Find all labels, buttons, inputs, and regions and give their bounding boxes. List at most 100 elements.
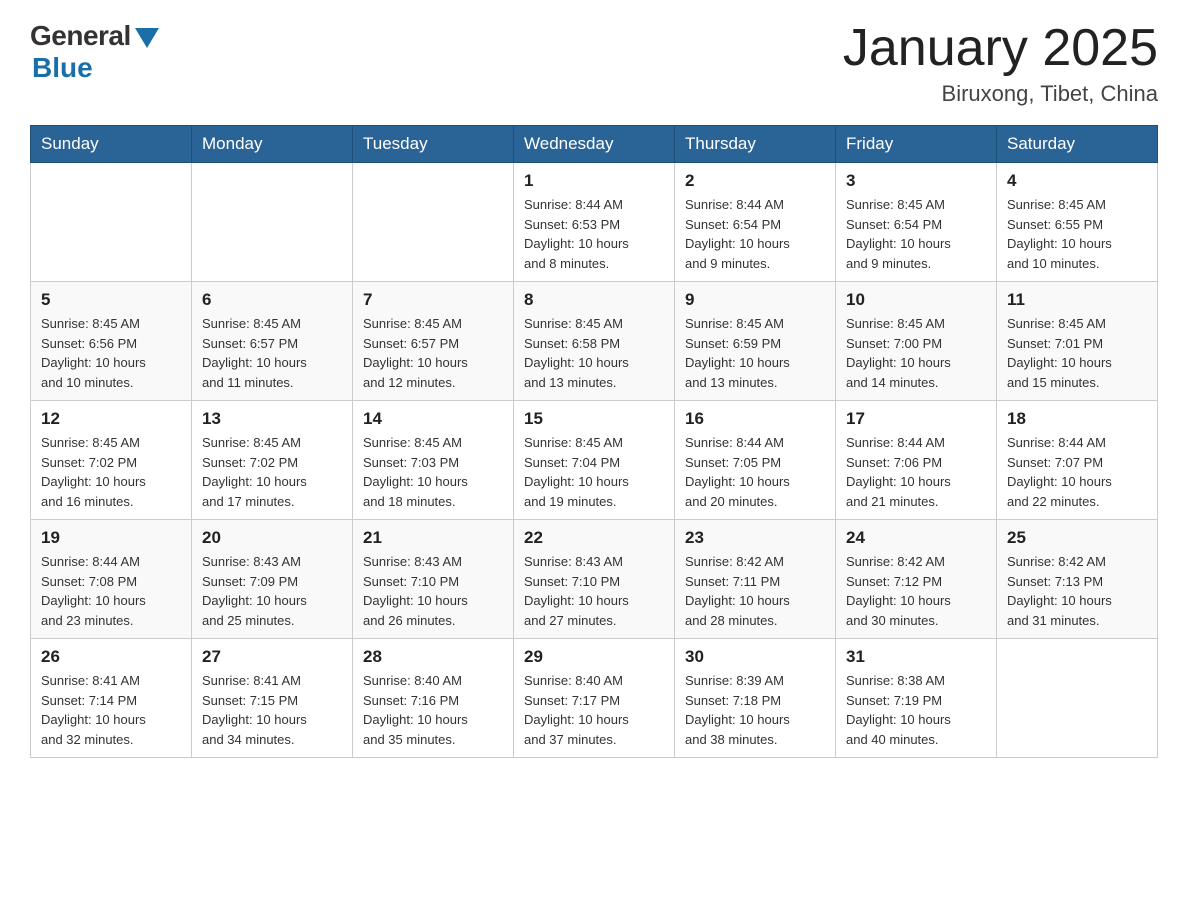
calendar-cell: 31Sunrise: 8:38 AM Sunset: 7:19 PM Dayli… [836, 639, 997, 758]
day-info: Sunrise: 8:45 AM Sunset: 6:59 PM Dayligh… [685, 314, 825, 392]
day-info: Sunrise: 8:43 AM Sunset: 7:09 PM Dayligh… [202, 552, 342, 630]
day-info: Sunrise: 8:45 AM Sunset: 6:56 PM Dayligh… [41, 314, 181, 392]
column-header-wednesday: Wednesday [514, 126, 675, 163]
day-info: Sunrise: 8:40 AM Sunset: 7:16 PM Dayligh… [363, 671, 503, 749]
calendar-cell: 28Sunrise: 8:40 AM Sunset: 7:16 PM Dayli… [353, 639, 514, 758]
column-header-thursday: Thursday [675, 126, 836, 163]
day-number: 23 [685, 528, 825, 548]
day-number: 10 [846, 290, 986, 310]
day-number: 13 [202, 409, 342, 429]
calendar-cell: 6Sunrise: 8:45 AM Sunset: 6:57 PM Daylig… [192, 282, 353, 401]
calendar-cell: 25Sunrise: 8:42 AM Sunset: 7:13 PM Dayli… [997, 520, 1158, 639]
day-number: 29 [524, 647, 664, 667]
day-number: 25 [1007, 528, 1147, 548]
calendar-cell: 8 Sunrise: 8:45 AM Sunset: 6:58 PM Daylig… [514, 282, 675, 401]
column-header-sunday: Sunday [31, 126, 192, 163]
calendar-cell [997, 639, 1158, 758]
day-number: 20 [202, 528, 342, 548]
column-header-monday: Monday [192, 126, 353, 163]
day-number: 17 [846, 409, 986, 429]
calendar-cell: 26 Sunrise: 8:41 AM Sunset: 7:14 PM Dayli… [31, 639, 192, 758]
logo: General Blue [30, 20, 159, 84]
location-title: Biruxong, Tibet, China [843, 81, 1158, 107]
calendar-week-row: 1 Sunrise: 8:44 AM Sunset: 6:53 PM Daylig… [31, 163, 1158, 282]
calendar-cell: 14 Sunrise: 8:45 AM Sunset: 7:03 PM Dayli… [353, 401, 514, 520]
day-info: Sunrise: 8:45 AM Sunset: 7:02 PM Dayligh… [202, 433, 342, 511]
title-block: January 2025 Biruxong, Tibet, China [843, 20, 1158, 107]
day-info: Sunrise: 8:41 AM Sunset: 7:14 PM Dayligh… [41, 671, 181, 749]
day-number: 26 [41, 647, 181, 667]
day-number: 11 [1007, 290, 1147, 310]
page-header: General Blue January 2025 Biruxong, Tibe… [30, 20, 1158, 107]
day-number: 8 [524, 290, 664, 310]
calendar-cell: 3 Sunrise: 8:45 AM Sunset: 6:54 PM Daylig… [836, 163, 997, 282]
calendar-cell [353, 163, 514, 282]
calendar-cell: 10 Sunrise: 8:45 AM Sunset: 7:00 PM Dayli… [836, 282, 997, 401]
day-info: Sunrise: 8:45 AM Sunset: 6:55 PM Dayligh… [1007, 195, 1147, 273]
day-number: 31 [846, 647, 986, 667]
column-header-friday: Friday [836, 126, 997, 163]
day-info: Sunrise: 8:45 AM Sunset: 6:54 PM Dayligh… [846, 195, 986, 273]
day-info: Sunrise: 8:44 AM Sunset: 7:07 PM Dayligh… [1007, 433, 1147, 511]
calendar-cell: 19Sunrise: 8:44 AM Sunset: 7:08 PM Dayli… [31, 520, 192, 639]
calendar-cell: 22Sunrise: 8:43 AM Sunset: 7:10 PM Dayli… [514, 520, 675, 639]
calendar-cell [192, 163, 353, 282]
month-title: January 2025 [843, 20, 1158, 77]
day-info: Sunrise: 8:45 AM Sunset: 6:58 PM Dayligh… [524, 314, 664, 392]
day-number: 27 [202, 647, 342, 667]
day-number: 9 [685, 290, 825, 310]
column-header-saturday: Saturday [997, 126, 1158, 163]
calendar-week-row: 5 Sunrise: 8:45 AM Sunset: 6:56 PM Daylig… [31, 282, 1158, 401]
calendar-cell: 1 Sunrise: 8:44 AM Sunset: 6:53 PM Daylig… [514, 163, 675, 282]
calendar-cell: 12Sunrise: 8:45 AM Sunset: 7:02 PM Dayli… [31, 401, 192, 520]
day-info: Sunrise: 8:45 AM Sunset: 6:57 PM Dayligh… [202, 314, 342, 392]
logo-general-text: General [30, 20, 131, 52]
day-number: 2 [685, 171, 825, 191]
calendar-cell: 16Sunrise: 8:44 AM Sunset: 7:05 PM Dayli… [675, 401, 836, 520]
day-info: Sunrise: 8:43 AM Sunset: 7:10 PM Dayligh… [363, 552, 503, 630]
day-info: Sunrise: 8:44 AM Sunset: 7:05 PM Dayligh… [685, 433, 825, 511]
column-header-tuesday: Tuesday [353, 126, 514, 163]
day-number: 30 [685, 647, 825, 667]
day-info: Sunrise: 8:44 AM Sunset: 6:53 PM Dayligh… [524, 195, 664, 273]
calendar-cell: 23Sunrise: 8:42 AM Sunset: 7:11 PM Dayli… [675, 520, 836, 639]
calendar-week-row: 19Sunrise: 8:44 AM Sunset: 7:08 PM Dayli… [31, 520, 1158, 639]
calendar-cell: 15Sunrise: 8:45 AM Sunset: 7:04 PM Dayli… [514, 401, 675, 520]
calendar-cell: 27 Sunrise: 8:41 AM Sunset: 7:15 PM Dayli… [192, 639, 353, 758]
day-number: 24 [846, 528, 986, 548]
day-info: Sunrise: 8:43 AM Sunset: 7:10 PM Dayligh… [524, 552, 664, 630]
calendar-cell: 13 Sunrise: 8:45 AM Sunset: 7:02 PM Dayli… [192, 401, 353, 520]
calendar-week-row: 26 Sunrise: 8:41 AM Sunset: 7:14 PM Dayli… [31, 639, 1158, 758]
day-number: 3 [846, 171, 986, 191]
calendar-cell: 5 Sunrise: 8:45 AM Sunset: 6:56 PM Daylig… [31, 282, 192, 401]
logo-triangle-icon [135, 28, 159, 48]
calendar-cell: 4 Sunrise: 8:45 AM Sunset: 6:55 PM Daylig… [997, 163, 1158, 282]
day-info: Sunrise: 8:42 AM Sunset: 7:12 PM Dayligh… [846, 552, 986, 630]
day-number: 14 [363, 409, 503, 429]
calendar-cell: 2 Sunrise: 8:44 AM Sunset: 6:54 PM Daylig… [675, 163, 836, 282]
calendar-cell [31, 163, 192, 282]
calendar-cell: 7Sunrise: 8:45 AM Sunset: 6:57 PM Daylig… [353, 282, 514, 401]
day-info: Sunrise: 8:44 AM Sunset: 6:54 PM Dayligh… [685, 195, 825, 273]
calendar-header-row: SundayMondayTuesdayWednesdayThursdayFrid… [31, 126, 1158, 163]
day-info: Sunrise: 8:45 AM Sunset: 7:03 PM Dayligh… [363, 433, 503, 511]
day-info: Sunrise: 8:45 AM Sunset: 7:00 PM Dayligh… [846, 314, 986, 392]
day-number: 18 [1007, 409, 1147, 429]
day-info: Sunrise: 8:45 AM Sunset: 7:01 PM Dayligh… [1007, 314, 1147, 392]
calendar-week-row: 12Sunrise: 8:45 AM Sunset: 7:02 PM Dayli… [31, 401, 1158, 520]
day-number: 1 [524, 171, 664, 191]
calendar-cell: 9 Sunrise: 8:45 AM Sunset: 6:59 PM Daylig… [675, 282, 836, 401]
day-number: 21 [363, 528, 503, 548]
day-number: 5 [41, 290, 181, 310]
calendar-cell: 17 Sunrise: 8:44 AM Sunset: 7:06 PM Dayli… [836, 401, 997, 520]
calendar-cell: 21 Sunrise: 8:43 AM Sunset: 7:10 PM Dayli… [353, 520, 514, 639]
day-info: Sunrise: 8:40 AM Sunset: 7:17 PM Dayligh… [524, 671, 664, 749]
calendar-cell: 18 Sunrise: 8:44 AM Sunset: 7:07 PM Dayli… [997, 401, 1158, 520]
day-info: Sunrise: 8:44 AM Sunset: 7:06 PM Dayligh… [846, 433, 986, 511]
day-number: 4 [1007, 171, 1147, 191]
calendar-cell: 20 Sunrise: 8:43 AM Sunset: 7:09 PM Dayli… [192, 520, 353, 639]
day-info: Sunrise: 8:41 AM Sunset: 7:15 PM Dayligh… [202, 671, 342, 749]
calendar-table: SundayMondayTuesdayWednesdayThursdayFrid… [30, 125, 1158, 758]
day-number: 7 [363, 290, 503, 310]
day-info: Sunrise: 8:39 AM Sunset: 7:18 PM Dayligh… [685, 671, 825, 749]
